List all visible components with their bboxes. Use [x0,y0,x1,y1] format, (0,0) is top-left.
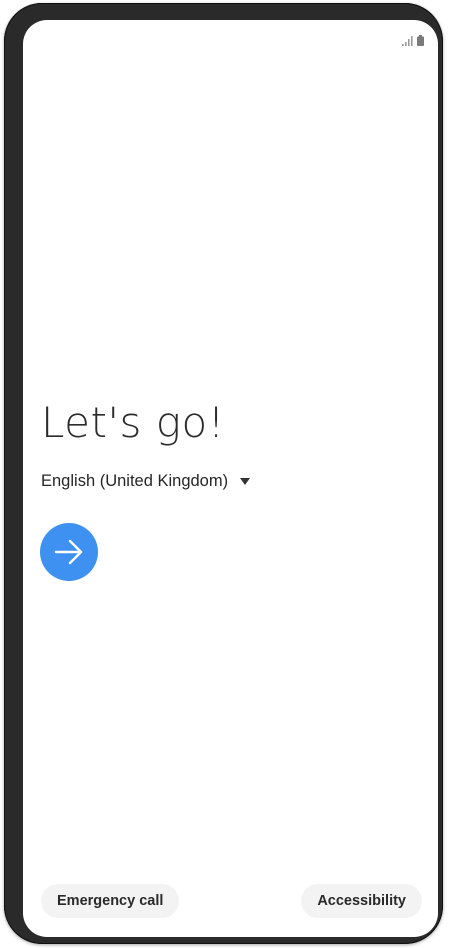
battery-icon [417,35,424,46]
accessibility-button[interactable]: Accessibility [301,884,422,918]
status-bar [402,34,424,46]
emergency-call-button[interactable]: Emergency call [41,884,180,918]
phone-frame: Let's go! English (United Kingdom) Emerg… [4,3,443,944]
language-label: English (United Kingdom) [41,472,229,490]
dropdown-arrow-icon [240,478,251,485]
signal-icon [402,36,413,46]
setup-screen: Let's go! English (United Kingdom) Emerg… [23,20,438,937]
page-title: Let's go! [41,398,225,447]
language-dropdown[interactable]: English (United Kingdom) [41,472,251,491]
arrow-right-icon [54,539,83,565]
next-button[interactable] [40,523,98,581]
